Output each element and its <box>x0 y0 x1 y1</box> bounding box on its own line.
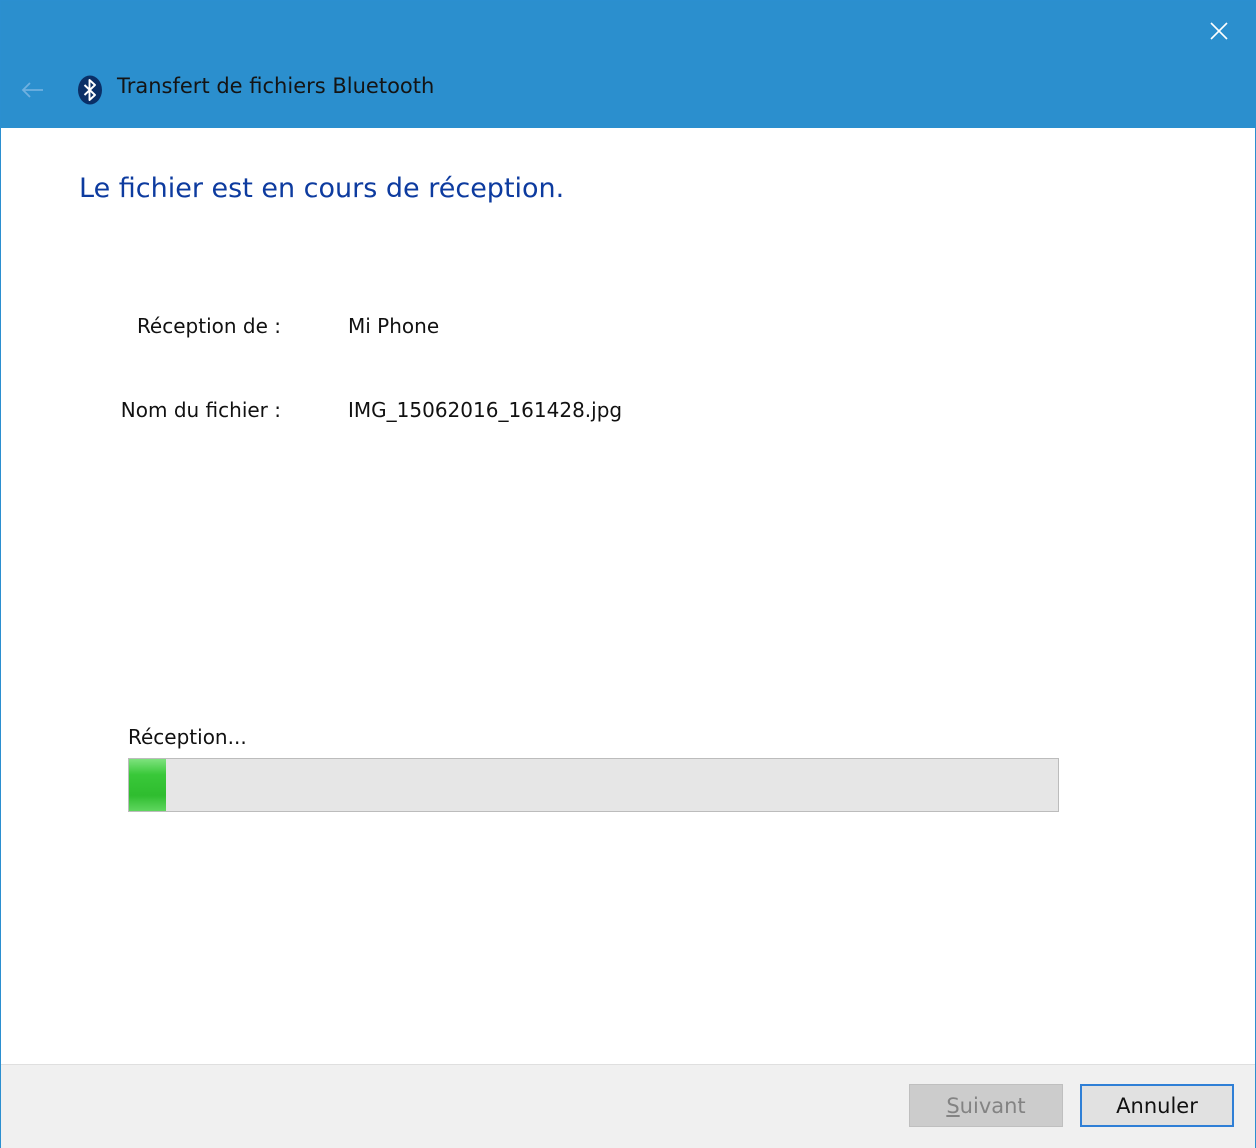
file-name-label: Nom du fichier : <box>120 398 281 422</box>
next-button[interactable]: Suivant <box>909 1084 1063 1127</box>
close-button[interactable] <box>1199 11 1239 51</box>
window-title: Transfert de fichiers Bluetooth <box>117 74 435 98</box>
close-icon <box>1210 22 1228 40</box>
sender-value: Mi Phone <box>348 314 440 338</box>
back-button[interactable] <box>15 73 51 107</box>
progress-label: Réception... <box>128 725 247 749</box>
progress-bar-fill <box>129 759 167 811</box>
sender-label: Réception de : <box>136 314 281 338</box>
back-arrow-icon <box>21 82 43 98</box>
next-button-label: uivant <box>959 1093 1026 1118</box>
bluetooth-transfer-dialog: Transfert de fichiers Bluetooth Le fichi… <box>0 0 1256 1148</box>
cancel-button[interactable]: Annuler <box>1080 1084 1234 1127</box>
title-bar: Transfert de fichiers Bluetooth <box>1 1 1255 128</box>
progress-bar <box>128 758 1059 812</box>
bluetooth-icon <box>78 75 102 105</box>
button-bar: Suivant Annuler <box>1 1064 1255 1148</box>
file-name-value: IMG_15062016_161428.jpg <box>348 398 623 422</box>
next-button-mnemonic: S <box>946 1093 960 1118</box>
status-heading: Le fichier est en cours de réception. <box>79 173 565 204</box>
